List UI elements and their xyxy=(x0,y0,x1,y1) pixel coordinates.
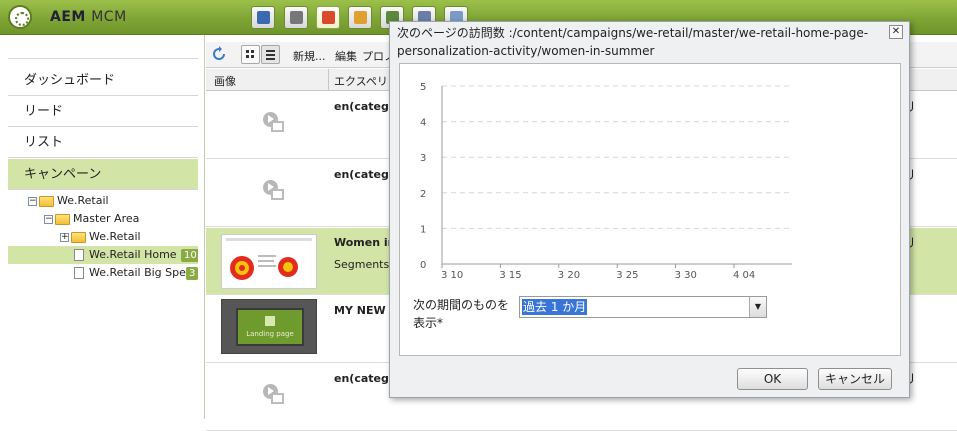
app-title-light: MCM xyxy=(91,9,127,25)
dialog-title: 次のページの訪問数 :/content/campaigns/we-retail/… xyxy=(397,26,869,58)
landing-page-thumbnail: Landing page xyxy=(221,299,317,354)
column-header-experience[interactable]: エクスペリ xyxy=(334,73,388,89)
folder-icon xyxy=(55,213,70,225)
megaphone-button[interactable] xyxy=(316,6,340,29)
edit-button[interactable]: 編集 xyxy=(335,48,357,64)
megaphone-icon xyxy=(322,11,335,24)
sidebar-item-label: キャンペーン xyxy=(24,167,102,182)
count-badge: 10 xyxy=(181,249,198,262)
y-tick-label: 2 xyxy=(420,189,426,200)
list-view-icon[interactable] xyxy=(261,45,280,64)
landing-page-screen: Landing page xyxy=(236,308,304,346)
globe-icon xyxy=(257,11,270,24)
x-tick-label: 3 10 xyxy=(441,270,463,281)
close-icon[interactable]: ✕ xyxy=(889,25,903,39)
tree-node-big-spender[interactable]: We.Retail Big Spend 3 xyxy=(8,264,198,282)
sidebar-item-label: ダッシュボード xyxy=(24,73,116,88)
sidebar-item-lists[interactable]: リスト xyxy=(8,127,198,158)
cancel-button[interactable]: キャンセル xyxy=(818,368,892,390)
app-logo-icon xyxy=(8,5,32,29)
sidebar-item-campaigns[interactable]: キャンペーン xyxy=(8,159,198,190)
new-button[interactable]: 新規... xyxy=(293,48,326,64)
left-panel-header xyxy=(8,41,198,59)
page-icon xyxy=(74,249,84,261)
tree-node-we-retail[interactable]: − We.Retail xyxy=(28,192,109,210)
x-tick-label: 3 30 xyxy=(675,270,697,281)
sidebar-item-dashboard[interactable]: ダッシュボード xyxy=(8,65,198,96)
app-title: AEM MCM xyxy=(50,9,127,25)
folder-icon xyxy=(71,231,86,243)
collapse-toggle-icon[interactable]: − xyxy=(44,214,53,224)
y-tick-label: 0 xyxy=(420,260,426,271)
camera-icon xyxy=(290,11,303,24)
y-tick-label: 4 xyxy=(420,118,426,129)
x-tick-label: 4 04 xyxy=(733,270,755,281)
experience-thumbnail xyxy=(221,234,317,289)
sidebar-item-label: リード xyxy=(24,104,64,119)
y-tick-label: 5 xyxy=(420,82,426,93)
page-visits-dialog: 次のページの訪問数 :/content/campaigns/we-retail/… xyxy=(389,21,910,398)
row-title: en(catego xyxy=(334,372,397,385)
period-label: 次の期間のものを表示* xyxy=(413,298,510,330)
y-tick-label: 3 xyxy=(420,153,426,164)
x-tick-label: 3 25 xyxy=(616,270,638,281)
cube-icon xyxy=(265,316,275,326)
count-badge: 3 xyxy=(186,267,198,280)
refresh-icon[interactable] xyxy=(210,45,229,64)
tree-node-master-area[interactable]: − Master Area xyxy=(44,210,139,228)
x-tick-label: 3 20 xyxy=(558,270,580,281)
landing-page-label: Landing page xyxy=(246,330,294,338)
mail-button[interactable] xyxy=(348,6,372,29)
expand-toggle-icon[interactable]: + xyxy=(60,232,69,242)
sidebar-item-leads[interactable]: リード xyxy=(8,96,198,127)
row-title: en(catego xyxy=(334,168,397,181)
tree-node-label: We.Retail Home Pa xyxy=(89,248,193,261)
sidebar-item-label: リスト xyxy=(24,135,64,150)
tree-node-home-page[interactable]: We.Retail Home Pa 10 xyxy=(8,246,198,264)
y-tick-label: 1 xyxy=(420,224,426,235)
visits-chart: 0 1 2 3 4 5 3 10 3 15 3 20 3 25 3 30 4 04 xyxy=(420,82,792,281)
experience-placeholder-icon xyxy=(263,112,285,134)
left-navigation-panel: ダッシュボード リード リスト キャンペーン − We.Retail − Maste… xyxy=(0,35,205,419)
tree-node-label: We.Retail xyxy=(89,230,141,243)
row-title: Women in xyxy=(334,236,396,249)
row-title: en(catego xyxy=(334,100,397,113)
period-select[interactable]: 過去 1 か月 ▼ xyxy=(519,296,767,318)
tree-node-label: We.Retail Big Spend xyxy=(89,266,198,279)
collapse-toggle-icon[interactable]: − xyxy=(28,196,37,206)
tree-node-we-retail-child[interactable]: + We.Retail xyxy=(60,228,141,246)
camera-button[interactable] xyxy=(284,6,308,29)
globe-button[interactable] xyxy=(251,6,275,29)
folder-icon xyxy=(39,195,54,207)
tree-node-label: We.Retail xyxy=(57,194,109,207)
mail-icon xyxy=(354,11,367,24)
app-title-bold: AEM xyxy=(50,9,86,25)
tree-node-label: Master Area xyxy=(73,212,140,225)
experience-placeholder-icon xyxy=(263,180,285,202)
ok-button[interactable]: OK xyxy=(737,368,808,390)
chevron-down-icon[interactable]: ▼ xyxy=(749,297,766,317)
period-selected-value: 過去 1 か月 xyxy=(522,299,588,315)
dialog-body: 0 1 2 3 4 5 3 10 3 15 3 20 3 25 3 30 4 04 次の期間のものを表… xyxy=(399,63,901,356)
column-divider xyxy=(328,69,329,91)
column-header-image[interactable]: 画像 xyxy=(214,73,236,89)
grid-view-icon[interactable] xyxy=(241,45,260,64)
page-icon xyxy=(74,267,84,279)
experience-placeholder-icon xyxy=(263,384,285,406)
x-tick-label: 3 15 xyxy=(499,270,521,281)
